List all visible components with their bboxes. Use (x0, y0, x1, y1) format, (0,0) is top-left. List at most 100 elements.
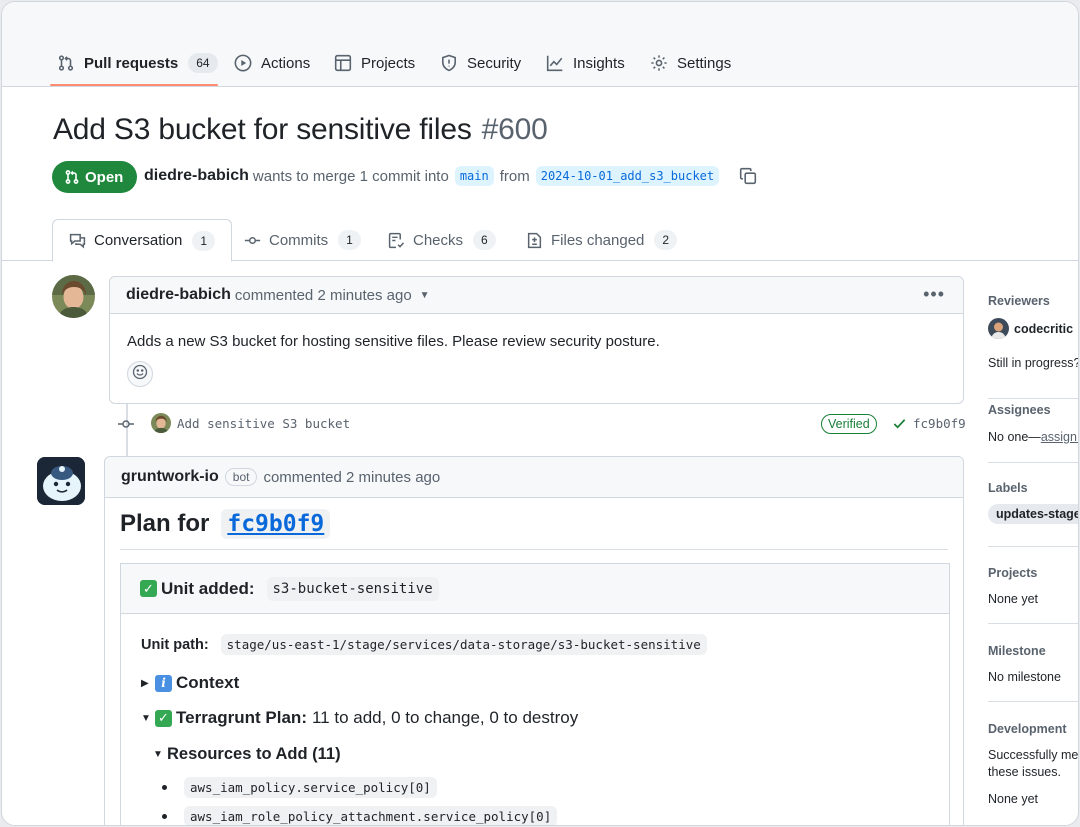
chevron-down-icon: ▼ (153, 749, 163, 760)
tab-count: 1 (338, 230, 361, 250)
comment-author-link[interactable]: diedre-babich (126, 286, 231, 304)
plan-toggle[interactable]: ▼ ✓ Terragrunt Plan: 11 to add, 0 to cha… (141, 708, 578, 728)
page-title: Add S3 bucket for sensitive files #600 (53, 113, 548, 147)
avatar[interactable] (52, 275, 95, 318)
plan-summary: 11 to add, 0 to change, 0 to destroy (311, 708, 579, 727)
assign-yourself-link[interactable]: assign yourself (1041, 430, 1078, 444)
pr-number: #600 (481, 113, 548, 146)
tab-commits[interactable]: Commits 1 (228, 219, 377, 261)
comment-author-link[interactable]: gruntwork-io (121, 468, 219, 486)
comment-header: gruntwork-io bot commented 2 minutes ago (105, 457, 963, 498)
reviewers-section: Reviewers codecritic Still in progress? (988, 294, 1078, 370)
projects-section: Projects None yet (988, 566, 1078, 606)
projects-value: None yet (988, 592, 1039, 606)
heading-divider (120, 549, 948, 550)
divider (988, 546, 1078, 547)
development-value: None yet (988, 792, 1039, 806)
divider (988, 398, 1078, 399)
avatar[interactable] (151, 413, 171, 433)
commit-sha: fc9b0f9 (913, 416, 966, 431)
add-reaction-button[interactable] (127, 361, 153, 387)
milestone-value: No milestone (988, 670, 1061, 684)
pr-state-badge: Open (52, 161, 138, 193)
nav-pull-requests[interactable]: Pull requests 64 (57, 50, 218, 76)
reviewers-heading[interactable]: Reviewers (988, 294, 1078, 308)
bot-avatar[interactable] (37, 457, 85, 505)
avatar (988, 318, 1009, 339)
commit-sha-link[interactable]: fc9b0f9 (892, 416, 966, 431)
copy-icon[interactable] (739, 167, 757, 185)
verified-badge[interactable]: Verified (821, 414, 877, 434)
timeline-commit-row: Add sensitive S3 bucket Verified fc9b0f9 (117, 412, 967, 436)
development-section: Development Successfully merging this pu… (988, 722, 1079, 806)
unit-path-row: Unit path: stage/us-east-1/stage/service… (141, 634, 707, 655)
context-toggle[interactable]: ▶ i Context (141, 673, 239, 693)
bullet-icon (162, 814, 167, 819)
unit-path-label: Unit path: (141, 636, 209, 653)
resource-name: aws_iam_role_policy_attachment.service_p… (184, 806, 558, 825)
merge-text: wants to merge 1 commit into (252, 167, 449, 185)
milestone-section: Milestone No milestone (988, 644, 1078, 684)
development-text-line1: Successfully merging this pull request m… (988, 748, 1079, 762)
tab-count: 1 (192, 230, 216, 251)
assignees-heading[interactable]: Assignees (988, 403, 1078, 417)
nav-insights[interactable]: Insights (546, 50, 625, 76)
tab-label: Commits (269, 231, 329, 249)
tab-files-changed[interactable]: Files changed 2 (510, 219, 693, 261)
unit-header: ✓ Unit added: s3-bucket-sensitive (121, 564, 949, 614)
from-text: from (499, 167, 530, 185)
unit-details-box: ✓ Unit added: s3-bucket-sensitive Unit p… (120, 563, 950, 825)
plan-sha-link[interactable]: fc9b0f9 (221, 509, 331, 539)
nav-security[interactable]: Security (440, 50, 521, 76)
bullet-icon (162, 785, 167, 790)
check-mark-emoji-icon: ✓ (155, 709, 172, 727)
tab-count: 6 (473, 230, 496, 250)
nav-settings[interactable]: Settings (650, 50, 731, 76)
pr-meta-line: diedre-babich wants to merge 1 commit in… (144, 166, 757, 186)
kebab-horizontal-icon[interactable]: ••• (923, 285, 945, 303)
git-commit-icon (117, 416, 135, 437)
comment-discussion-icon (69, 232, 86, 249)
divider (988, 462, 1078, 463)
check-mark-emoji-icon: ✓ (140, 580, 157, 597)
app-window: Pull requests 64 Actions Projects Securi… (1, 1, 1079, 826)
info-emoji-icon: i (155, 674, 172, 692)
caret-down-icon[interactable]: ▼ (420, 290, 430, 301)
comment-meta[interactable]: commented 2 minutes ago (235, 287, 412, 304)
commit-message-link[interactable]: Add sensitive S3 bucket (177, 416, 350, 431)
resources-toggle[interactable]: ▼ Resources to Add (11) (153, 745, 341, 764)
tab-label: Conversation (94, 232, 183, 249)
tab-checks[interactable]: Checks 6 (372, 219, 512, 261)
label-badge[interactable]: updates-stage (988, 504, 1078, 524)
list-item: aws_iam_policy.service_policy[0] (162, 777, 437, 798)
base-branch[interactable]: main (454, 166, 494, 186)
nav-projects[interactable]: Projects (334, 50, 415, 76)
tab-conversation[interactable]: Conversation 1 (52, 219, 233, 262)
nav-actions[interactable]: Actions (234, 50, 310, 76)
comment-card: diedre-babich commented 2 minutes ago ▼ … (109, 276, 964, 404)
nav-selected-underline (50, 84, 218, 86)
nav-label: Projects (361, 54, 416, 72)
labels-section: Labels updates-stage (988, 481, 1078, 524)
projects-heading[interactable]: Projects (988, 566, 1078, 580)
resource-name: aws_iam_policy.service_policy[0] (184, 777, 437, 798)
chevron-down-icon: ▼ (141, 712, 151, 724)
assignees-none: No one— (988, 430, 1041, 444)
pull-requests-count: 64 (188, 53, 218, 73)
pr-state-label: Open (85, 168, 124, 186)
comment-meta[interactable]: commented 2 minutes ago (263, 469, 440, 486)
tab-count: 2 (654, 230, 678, 250)
development-heading[interactable]: Development (988, 722, 1078, 736)
reviewer-item[interactable]: codecritic (988, 318, 1078, 339)
head-branch[interactable]: 2024-10-01_add_s3_bucket (535, 166, 720, 186)
milestone-heading[interactable]: Milestone (988, 644, 1078, 658)
plan-heading: Plan for fc9b0f9 (120, 509, 331, 539)
label-list: updates-stage (988, 504, 1078, 524)
plan-label: Terragrunt Plan: (176, 708, 307, 727)
reviewer-name: codecritic (1014, 321, 1074, 336)
repo-nav: Pull requests 64 Actions Projects Securi… (2, 2, 1078, 87)
pr-author-link[interactable]: diedre-babich (144, 167, 249, 185)
play-circle-icon (234, 54, 252, 72)
labels-heading[interactable]: Labels (988, 481, 1078, 495)
tab-label: Files changed (551, 231, 645, 249)
